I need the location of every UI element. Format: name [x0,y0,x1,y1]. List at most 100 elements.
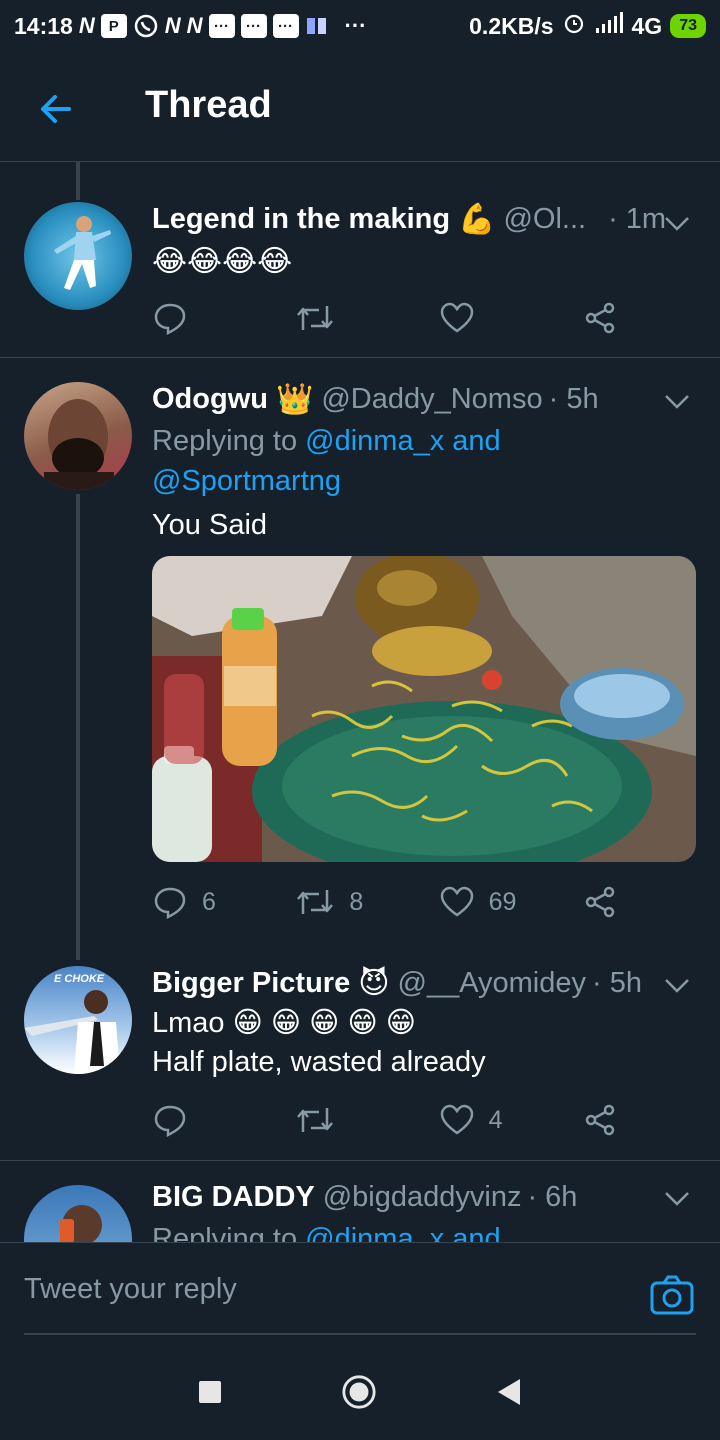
whatsapp-icon [133,13,159,39]
home-circle-icon [342,1375,376,1409]
reply-composer: Tweet your reply [0,1242,720,1342]
back-arrow-icon [41,95,71,123]
recent-apps-button[interactable] [192,1374,228,1410]
app-n-icon: N [164,13,181,38]
avatar[interactable] [24,1185,132,1242]
share-icon [585,886,615,918]
share-icon [585,1104,615,1136]
input-underline [24,1333,696,1335]
back-button[interactable] [30,84,80,134]
message-icon: ··· [208,14,235,38]
page-title: Thread [145,84,272,126]
tweet-time: · 5h [548,383,599,415]
avatar-overlay-text: E CHOKE [54,973,105,985]
name-emoji: 👑 [275,382,314,417]
docs-icon [305,13,329,39]
display-name[interactable]: Odogwu [152,383,268,416]
tweet-actions: 6 8 69 [152,884,622,920]
tweet[interactable]: Legend in the making 💪 @Ol... · 1m 😂😂😂😂 [0,162,720,358]
tweet-header: BIG DADDY @bigdaddyvinz · 6h [152,1181,577,1214]
retweet-count: 8 [349,887,364,916]
user-handle[interactable]: @bigdaddyvinz [323,1181,522,1214]
message-icon: ··· [240,14,267,38]
status-time: 14:18 [14,12,73,39]
back-nav-button[interactable] [490,1374,526,1410]
share-button[interactable] [582,1102,622,1138]
app-n-icon: N [186,13,203,38]
share-button[interactable] [582,884,622,920]
name-emoji: 😈 [358,966,390,1001]
camera-icon[interactable] [650,1275,694,1315]
signal-icon [594,12,624,40]
tweet-header: Bigger Picture 😈 @__Ayomidey · 5h [152,966,642,1001]
reply-input[interactable]: Tweet your reply [24,1273,584,1306]
mention-link[interactable]: @dinma_x [305,1223,444,1242]
mention-link[interactable]: @Sportmartng [152,465,341,497]
like-button[interactable]: 4 [439,1102,549,1138]
reply-button[interactable] [152,300,262,336]
app-n-icon: N [78,13,95,38]
reply-icon [154,303,186,336]
display-name[interactable]: Bigger Picture [152,967,350,1000]
chevron-down-icon[interactable] [662,1183,692,1213]
display-name[interactable]: BIG DADDY [152,1181,315,1214]
app-p-icon: P [100,14,127,38]
chevron-down-icon[interactable] [662,386,692,416]
tweet-time: · 1m [608,203,667,235]
reply-button[interactable] [152,1102,262,1138]
avatar[interactable] [24,382,132,490]
retweet-button[interactable] [295,300,405,336]
tweet-media-image[interactable] [152,556,696,862]
share-button[interactable] [582,300,622,336]
heart-icon [440,1104,473,1135]
share-icon [585,302,615,334]
mention-link[interactable]: @dinma_x [305,425,444,457]
heart-icon [440,302,473,333]
retweet-icon [297,890,334,914]
tweet-actions: 4 [152,1102,622,1138]
name-emoji: 💪 [458,202,496,237]
reply-icon [154,887,186,920]
retweet-icon [297,1108,334,1132]
like-button[interactable] [439,300,549,336]
message-icon: ··· [272,14,299,38]
tweet-text: Half plate, wasted already [152,1046,486,1078]
tweet-text: 😂😂😂😂 [152,244,293,279]
chevron-down-icon[interactable] [662,208,692,238]
avatar[interactable] [24,202,132,310]
tweet[interactable]: E CHOKE Bigger Picture 😈 @__Ayomidey · 5… [0,960,720,1160]
like-count: 4 [488,1105,503,1134]
tweet-header: Odogwu 👑 @Daddy_Nomso · 5h [152,382,599,417]
battery-level: 73 [679,17,697,34]
user-handle[interactable]: @Ol... [503,203,586,236]
tweet[interactable]: BIG DADDY @bigdaddyvinz · 6h Replying to… [0,1161,720,1242]
alarm-icon [562,11,586,41]
like-count: 69 [488,887,517,916]
mention-and[interactable]: and [452,1223,500,1242]
user-handle[interactable]: @Daddy_Nomso [321,383,542,416]
network-type: 4G [631,12,663,39]
replying-to-label: Replying to [152,1223,298,1242]
like-button[interactable]: 69 [439,884,549,920]
tweet-time: · 6h [527,1181,578,1213]
heart-icon [440,886,473,917]
mention-and[interactable]: and [452,425,500,457]
replying-to: Replying to @dinma_x and [152,1219,672,1242]
reply-button[interactable]: 6 [152,884,262,920]
tweet-header: Legend in the making 💪 @Ol... · 1m [152,202,666,237]
system-navigation-bar [0,1342,720,1440]
triangle-back-icon [498,1379,520,1405]
status-bar: 14:18 N P N N ··· ··· ··· ··· 0.2KB/s 4G… [0,0,720,52]
reply-count: 6 [202,887,216,916]
retweet-button[interactable] [295,1102,405,1138]
tweet-text: Lmao 😁 😁 😁 😁 😁 [152,1007,416,1039]
network-speed: 0.2KB/s [469,12,554,39]
chevron-down-icon[interactable] [662,970,692,1000]
avatar[interactable]: E CHOKE [24,966,132,1074]
retweet-button[interactable]: 8 [295,884,405,920]
user-handle[interactable]: @__Ayomidey [398,967,587,1000]
top-app-bar: Thread [0,52,720,162]
replying-to: Replying to @dinma_x and @Sportmartng [152,421,672,501]
home-button[interactable] [341,1374,377,1410]
display-name[interactable]: Legend in the making [152,203,450,236]
